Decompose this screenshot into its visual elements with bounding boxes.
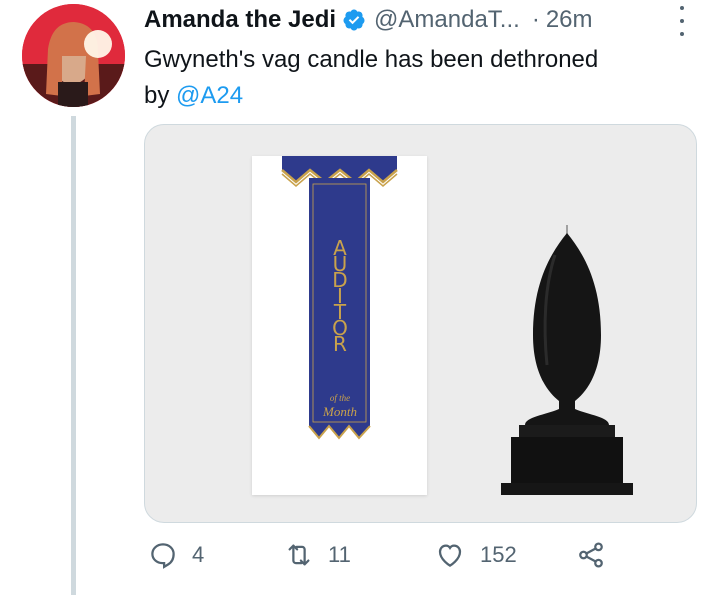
black-candle-image xyxy=(501,225,633,495)
ribbon-letter: R xyxy=(333,332,347,356)
mention-link[interactable]: @A24 xyxy=(176,82,243,109)
retweet-button[interactable]: 11 xyxy=(284,540,351,570)
reply-count: 4 xyxy=(192,542,205,567)
ribbon-subtitle: of the Month xyxy=(310,392,370,418)
reply-button[interactable]: 4 xyxy=(148,540,204,570)
like-count: 152 xyxy=(480,542,517,567)
avatar[interactable] xyxy=(22,4,125,107)
verified-badge-icon xyxy=(343,9,365,31)
ribbon-sub-big: Month xyxy=(323,404,357,419)
tweet-actions: 4 11 152 xyxy=(144,540,704,580)
avatar-image xyxy=(22,4,125,107)
tweet-media[interactable]: A U D I T O R of the Month xyxy=(144,124,697,523)
timestamp[interactable]: 26m xyxy=(546,6,593,34)
reply-icon xyxy=(151,543,175,569)
more-options-icon[interactable] xyxy=(675,6,689,36)
candle-box: A U D I T O R of the Month xyxy=(252,156,427,495)
author-handle[interactable]: @AmandaT... xyxy=(374,6,520,34)
author-name[interactable]: Amanda the Jedi xyxy=(144,6,336,34)
tweet-header: Amanda the Jedi @AmandaT... · 26m xyxy=(144,3,593,37)
retweet-count: 11 xyxy=(328,542,351,567)
tweet-text-line: Gwyneth's vag candle has been dethroned xyxy=(144,46,599,73)
heart-icon xyxy=(438,544,462,567)
ribbon-vertical-text: A U D I T O R xyxy=(320,238,360,370)
tweet-text-line-2: by @A24 xyxy=(144,78,704,114)
share-button[interactable] xyxy=(576,540,606,570)
separator-dot: · xyxy=(531,6,540,33)
thread-line xyxy=(71,116,76,595)
like-button[interactable]: 152 xyxy=(434,540,517,570)
share-icon xyxy=(579,542,603,568)
retweet-icon xyxy=(288,544,310,566)
tweet-text: Gwyneth's vag candle has been dethroned … xyxy=(144,42,704,114)
tweet-text-by: by xyxy=(144,82,177,109)
